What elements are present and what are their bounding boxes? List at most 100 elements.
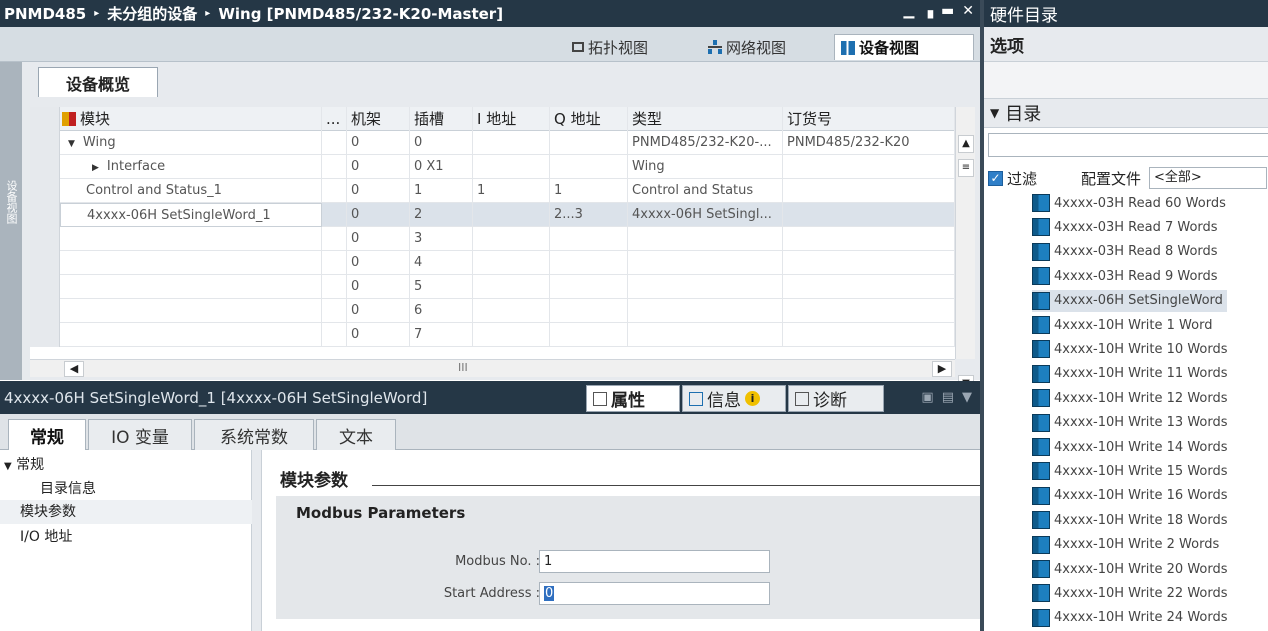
tab-info[interactable]: 信息 i [682, 385, 786, 412]
cell-rack[interactable]: 0 [347, 251, 410, 275]
cell-slot[interactable]: 0 X1 [410, 155, 473, 179]
catalog-item[interactable]: 4xxxx-10H Write 14 Words [1032, 436, 1228, 458]
cell-order-number[interactable] [783, 275, 955, 299]
cell-rack[interactable]: 0 [347, 275, 410, 299]
cell-order-number[interactable]: PNMD485/232-K20 [783, 131, 955, 155]
cell-q-address[interactable]: 2...3 [550, 203, 628, 227]
cell-q-address[interactable]: 1 [550, 179, 628, 203]
cell-i-address[interactable] [473, 323, 550, 347]
cell-q-address[interactable] [550, 275, 628, 299]
cell-module[interactable] [60, 323, 322, 347]
tab-device-view[interactable]: 设备视图 [834, 34, 974, 60]
catalog-item[interactable]: 4xxxx-10H Write 15 Words [1032, 460, 1228, 482]
column-header-type[interactable]: 类型 [628, 107, 783, 131]
table-row[interactable]: 4xxxx-06H SetSingleWord_1 0 2 2...3 4xxxx-06… [30, 203, 955, 227]
cell-module[interactable] [60, 227, 322, 251]
cell-order-number[interactable] [783, 323, 955, 347]
cell-order-number[interactable] [783, 203, 955, 227]
cell-slot[interactable]: 6 [410, 299, 473, 323]
column-header-more[interactable]: ... [322, 107, 347, 131]
table-row[interactable]: 07 [30, 323, 955, 347]
cell-type[interactable]: Control and Status [628, 179, 783, 203]
table-row[interactable]: 03 [30, 227, 955, 251]
cell-more[interactable] [322, 155, 347, 179]
catalog-item[interactable]: 4xxxx-10H Write 2 Words [1032, 534, 1219, 556]
catalog-search-input[interactable] [988, 133, 1268, 157]
cell-order-number[interactable] [783, 155, 955, 179]
cell-q-address[interactable] [550, 131, 628, 155]
tab-diagnostics[interactable]: 诊断 [788, 385, 884, 412]
nav-item-catalog-info[interactable]: 目录信息 [40, 478, 96, 498]
cell-module[interactable]: ▶ Interface [60, 155, 322, 179]
catalog-item[interactable]: 4xxxx-06H SetSingleWord [1032, 289, 1227, 312]
cell-order-number[interactable] [783, 299, 955, 323]
float-panel-icon[interactable]: ▣ [921, 390, 933, 405]
tab-network-view[interactable]: 网络视图 [702, 34, 792, 60]
cell-type[interactable]: Wing [628, 155, 783, 179]
maximize-panel-icon[interactable]: ▤ [942, 390, 954, 405]
cell-type[interactable] [628, 251, 783, 275]
scroll-thumb[interactable]: ≡ [958, 159, 974, 177]
cell-q-address[interactable] [550, 299, 628, 323]
cell-more[interactable] [322, 323, 347, 347]
cell-rack[interactable]: 0 [347, 227, 410, 251]
cell-module[interactable] [60, 275, 322, 299]
catalog-item[interactable]: 4xxxx-10H Write 22 Words [1032, 582, 1228, 604]
cell-type[interactable]: 4xxxx-06H SetSingl... [628, 203, 783, 227]
table-row[interactable]: 06 [30, 299, 955, 323]
cell-order-number[interactable] [783, 227, 955, 251]
catalog-item[interactable]: 4xxxx-10H Write 12 Words [1032, 387, 1228, 409]
column-header-order-number[interactable]: 订货号 [783, 107, 955, 131]
cell-i-address[interactable] [473, 203, 550, 227]
tab-topology-view[interactable]: 拓扑视图 [566, 34, 654, 60]
maximize-icon[interactable]: ▬ [941, 3, 954, 19]
profile-select[interactable]: <全部> [1149, 167, 1268, 189]
cell-type[interactable] [628, 299, 783, 323]
scroll-up-icon[interactable]: ▲ [958, 135, 974, 153]
cell-more[interactable] [322, 203, 347, 227]
catalog-item[interactable]: 4xxxx-03H Read 7 Words [1032, 216, 1218, 238]
cell-slot[interactable]: 0 [410, 131, 473, 155]
tab-texts[interactable]: 文本 [316, 419, 396, 450]
catalog-item[interactable]: 4xxxx-10H Write 10 Words [1032, 338, 1228, 360]
modbus-no-input[interactable]: 1 [539, 550, 770, 573]
column-header-i-address[interactable]: I 地址 [473, 107, 550, 131]
cell-module[interactable] [60, 299, 322, 323]
catalog-item[interactable]: 4xxxx-10H Write 1 Word [1032, 314, 1212, 336]
minimize-icon[interactable]: ▁ [903, 3, 914, 19]
cell-i-address[interactable]: 1 [473, 179, 550, 203]
cell-more[interactable] [322, 179, 347, 203]
cell-i-address[interactable] [473, 131, 550, 155]
catalog-item[interactable]: 4xxxx-03H Read 60 Words [1032, 192, 1226, 214]
cell-q-address[interactable] [550, 251, 628, 275]
table-row[interactable]: 04 [30, 251, 955, 275]
catalog-item[interactable]: 4xxxx-10H Write 18 Words [1032, 509, 1228, 531]
breadcrumb-project[interactable]: PNMD485 [4, 5, 86, 23]
cell-more[interactable] [322, 299, 347, 323]
cell-order-number[interactable] [783, 179, 955, 203]
table-row[interactable]: ▼ Wing 0 0 PNMD485/232-K20-... PNMD485/232-K2… [30, 131, 955, 155]
cell-slot[interactable]: 7 [410, 323, 473, 347]
cell-more[interactable] [322, 275, 347, 299]
cell-rack[interactable]: 0 [347, 203, 410, 227]
cell-rack[interactable]: 0 [347, 155, 410, 179]
table-row[interactable]: ▶ Interface 0 0 X1 Wing [30, 155, 955, 179]
nav-item-general[interactable]: ▼ 常规 [4, 454, 44, 474]
cell-slot[interactable]: 5 [410, 275, 473, 299]
close-icon[interactable]: ✕ [962, 3, 974, 19]
cell-slot[interactable]: 1 [410, 179, 473, 203]
collapse-panel-icon[interactable]: ▼ [962, 390, 972, 405]
catalog-item[interactable]: 4xxxx-10H Write 16 Words [1032, 485, 1228, 507]
cell-more[interactable] [322, 227, 347, 251]
cell-more[interactable] [322, 131, 347, 155]
horizontal-scrollbar[interactable]: ◀ III ▶ [30, 359, 955, 377]
cell-type[interactable]: PNMD485/232-K20-... [628, 131, 783, 155]
cell-slot[interactable]: 4 [410, 251, 473, 275]
breadcrumb-device[interactable]: Wing [PNMD485/232-K20-Master] [218, 5, 503, 23]
table-row[interactable]: Control and Status_1 0 1 1 1 Control and Stat… [30, 179, 955, 203]
catalog-item[interactable]: 4xxxx-10H Write 11 Words [1032, 363, 1228, 385]
cell-module[interactable]: Control and Status_1 [60, 179, 322, 203]
catalog-item[interactable]: 4xxxx-10H Write 13 Words [1032, 412, 1228, 434]
cell-i-address[interactable] [473, 251, 550, 275]
scroll-left-icon[interactable]: ◀ [64, 361, 84, 377]
